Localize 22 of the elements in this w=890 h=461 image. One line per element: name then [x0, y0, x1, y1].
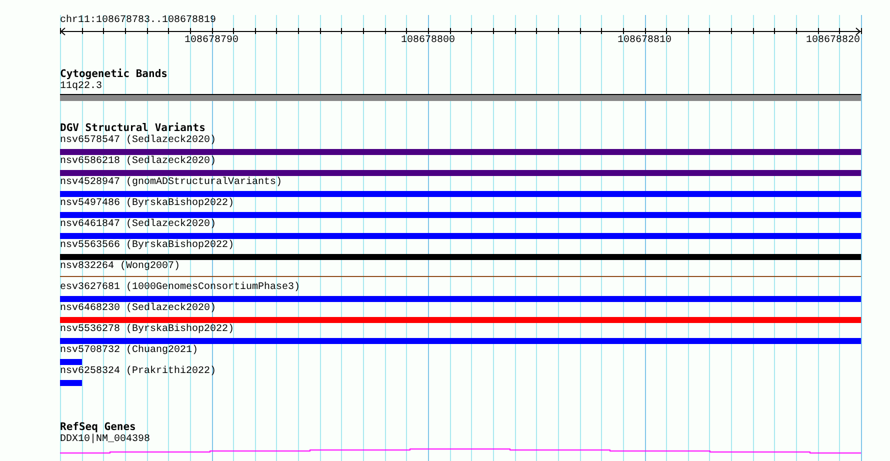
ruler-label: 108678800: [401, 35, 456, 47]
track-title: DGV Structural Variants: [60, 122, 206, 134]
variant-label: nsv6586218 (Sedlazeck2020): [60, 156, 216, 168]
variant-label: nsv4528947 (gnomADStructuralVariants): [60, 177, 282, 189]
band-label: 11q22.3: [60, 81, 102, 93]
variant-label: nsv6258324 (Prakrithi2022): [60, 366, 216, 378]
location-label: chr11:108678783..108678819: [60, 15, 216, 27]
variant-label: nsv6578547 (Sedlazeck2020): [60, 135, 216, 147]
gene-label: DDX10|NM_004398: [60, 434, 150, 446]
variant-label: nsv5563566 (ByrskaBishop2022): [60, 240, 234, 252]
track-title: Cytogenetic Bands: [60, 68, 168, 81]
variant-label: nsv5536278 (ByrskaBishop2022): [60, 324, 234, 336]
variant-label: nsv5708732 (Chuang2021): [60, 345, 198, 357]
ruler-label: 108678820: [806, 35, 860, 47]
track-title: RefSeq Genes: [60, 421, 136, 434]
variant-label: nsv832264 (Wong2007): [60, 261, 180, 273]
variant-label: esv3627681 (1000GenomesConsortiumPhase3): [60, 282, 300, 294]
variant-label: nsv6461847 (Sedlazeck2020): [60, 219, 216, 231]
ruler-label: 108678790: [184, 35, 239, 47]
variant-label: nsv5497486 (ByrskaBishop2022): [60, 198, 234, 210]
ruler-label: 108678810: [618, 35, 672, 47]
variant-label: nsv6468230 (Sedlazeck2020): [60, 303, 216, 315]
